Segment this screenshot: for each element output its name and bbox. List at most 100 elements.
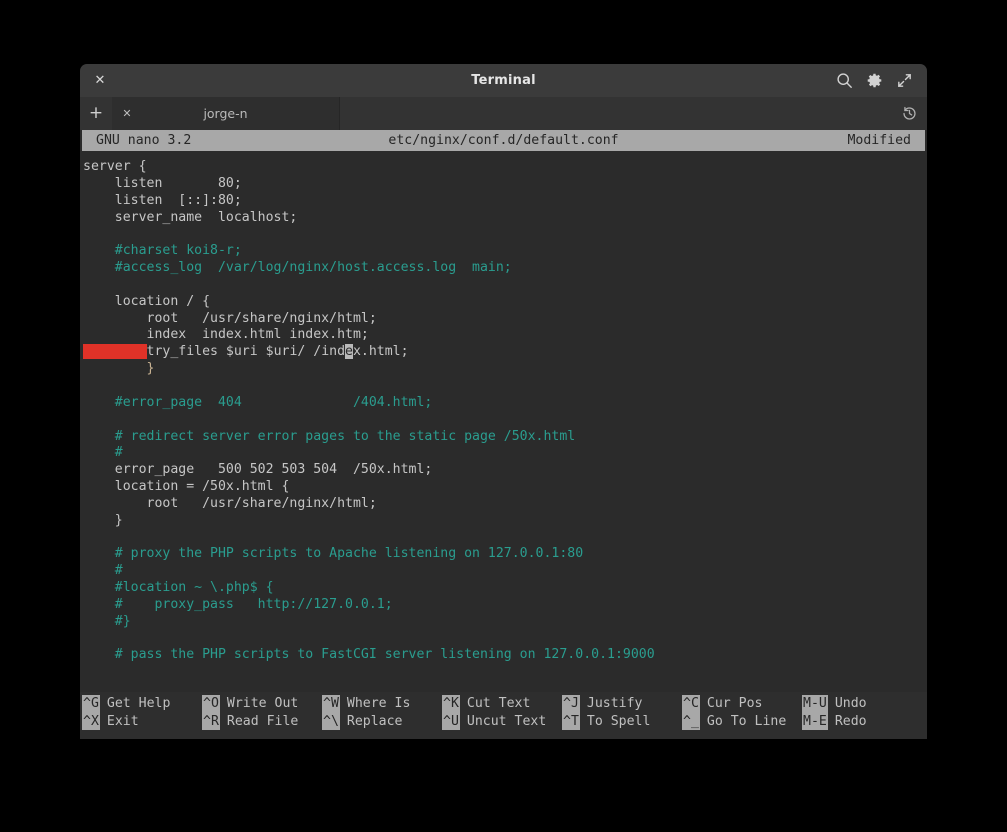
code-text: x.html;	[352, 344, 409, 360]
shortcut-item[interactable]: ^R Read File	[202, 712, 299, 730]
shortcut-key: ^\	[322, 712, 340, 730]
tab-bar-spacer	[340, 97, 891, 130]
code-line: }	[83, 361, 155, 377]
shortcut-key: ^G	[82, 695, 100, 713]
shortcut-item[interactable]: ^_ Go To Line	[682, 712, 787, 730]
code-line: # redirect server error pages to the sta…	[83, 428, 576, 444]
tab-label: jorge-n	[203, 106, 248, 121]
code-line: #}	[83, 613, 131, 629]
shortcut-key: ^X	[82, 712, 100, 730]
shortcut-item[interactable]: ^\ Replace	[322, 712, 410, 730]
tab-bar: + ✕ jorge-n	[80, 97, 927, 130]
code-line: #	[83, 445, 123, 461]
shortcut-label: Justify	[586, 696, 643, 711]
shortcut-key: ^R	[202, 712, 220, 730]
shortcut-column: M-U Undo M-E Redo	[802, 695, 867, 730]
shortcut-label: Where Is	[346, 696, 411, 711]
shortcut-item[interactable]: ^K Cut Text	[442, 695, 546, 713]
shortcut-item[interactable]: ^X Exit	[82, 712, 170, 730]
shortcut-key: ^W	[322, 695, 340, 713]
shortcut-key: ^U	[442, 712, 460, 730]
shortcut-label: Get Help	[106, 696, 171, 711]
nano-modified-status: Modified	[847, 133, 911, 148]
shortcut-column: ^G Get Help ^X Exit	[82, 695, 170, 730]
shortcut-label: To Spell	[586, 713, 651, 729]
code-line: index index.html index.htm;	[83, 327, 369, 343]
code-line: server {	[83, 159, 147, 174]
tab-close-button[interactable]: ✕	[112, 107, 142, 120]
shortcut-item[interactable]: ^O Write Out	[202, 695, 298, 713]
shortcut-column: ^C Cur Pos ^_ Go To Line	[682, 695, 786, 730]
shortcut-label: Redo	[834, 713, 867, 729]
shortcut-column: ^J Justify ^T To Spell	[562, 695, 650, 730]
nano-editor-area[interactable]: server { listen 80; listen [::]:80; serv…	[80, 151, 927, 692]
code-line: #access_log /var/log/nginx/host.access.l…	[83, 260, 512, 276]
code-line: root /usr/share/nginx/html;	[83, 310, 377, 326]
code-line: error_page 500 502 503 504 /50x.html;	[83, 462, 433, 478]
history-icon[interactable]	[891, 97, 927, 130]
window-action-buttons	[831, 68, 927, 94]
terminal-window: ✕ Terminal + ✕ jorge-n GNU nano 3.2 etc/…	[80, 64, 927, 739]
window-close-button[interactable]: ✕	[83, 64, 117, 97]
shortcut-item[interactable]: ^U Uncut Text	[442, 712, 546, 730]
new-tab-button[interactable]: +	[80, 97, 112, 130]
nano-filename-label: etc/nginx/conf.d/default.conf	[388, 133, 619, 148]
shortcut-column: ^W Where Is ^\ Replace	[322, 695, 410, 730]
shortcut-label: Write Out	[226, 696, 299, 711]
code-line: # proxy_pass http://127.0.0.1;	[83, 596, 393, 612]
code-line: server_name localhost;	[83, 209, 298, 225]
shortcut-column: ^K Cut Text ^U Uncut Text	[442, 695, 546, 730]
nano-shortcut-bar: ^G Get Help ^X Exit ^O Write Out ^R Read File ^W…	[80, 692, 927, 739]
shortcut-item[interactable]: ^T To Spell	[562, 712, 651, 730]
shortcut-label: Exit	[106, 713, 139, 729]
shortcut-key: ^_	[682, 712, 700, 730]
shortcut-key: M-U	[802, 695, 828, 713]
shortcut-item[interactable]: ^C Cur Pos	[682, 695, 786, 713]
shortcut-label: Read File	[226, 713, 299, 729]
code-line: listen 80;	[83, 175, 242, 191]
code-line: #charset koi8-r;	[83, 243, 242, 259]
code-line: #error_page 404 /404.html;	[83, 394, 433, 410]
nano-header-bar: GNU nano 3.2 etc/nginx/conf.d/default.co…	[82, 130, 925, 151]
shortcut-item[interactable]: M-E Redo	[802, 712, 867, 730]
shortcut-label: Go To Line	[706, 713, 787, 729]
shortcut-label: Cut Text	[466, 696, 531, 711]
code-line: }	[83, 512, 123, 528]
search-icon[interactable]	[831, 68, 857, 94]
window-title-bar: ✕ Terminal	[80, 64, 927, 97]
shortcut-key: ^K	[442, 695, 460, 713]
shortcut-column: ^O Write Out ^R Read File	[202, 695, 298, 730]
shortcut-key: ^C	[682, 695, 700, 713]
code-line: # pass the PHP scripts to FastCGI server…	[83, 647, 655, 663]
code-line: #location ~ \.php$ {	[83, 580, 274, 596]
shortcut-label: Cur Pos	[706, 696, 763, 711]
shortcut-key: ^T	[562, 712, 580, 730]
shortcut-item[interactable]: ^G Get Help	[82, 695, 170, 713]
selection-highlight	[83, 344, 147, 360]
shortcut-label: Undo	[834, 696, 867, 711]
shortcut-label: Replace	[346, 713, 403, 729]
shortcut-item[interactable]: ^W Where Is	[322, 695, 410, 713]
fullscreen-icon[interactable]	[891, 68, 917, 94]
code-line: try_files $uri $uri/ /index.html;	[82, 344, 927, 361]
shortcut-key: ^O	[202, 695, 220, 713]
shortcut-key: ^J	[562, 695, 580, 713]
gear-icon[interactable]	[861, 68, 887, 94]
terminal-tab[interactable]: ✕ jorge-n	[112, 97, 340, 130]
code-line: location / {	[83, 293, 211, 309]
code-line: # proxy the PHP scripts to Apache listen…	[83, 546, 584, 562]
nano-version-label: GNU nano 3.2	[96, 133, 192, 148]
code-line: listen [::]:80;	[83, 192, 242, 208]
code-line: root /usr/share/nginx/html;	[83, 495, 377, 511]
window-title: Terminal	[471, 73, 536, 88]
shortcut-item[interactable]: ^J Justify	[562, 695, 650, 713]
text-cursor: e	[345, 344, 353, 360]
shortcut-key: M-E	[802, 712, 828, 730]
shortcut-item[interactable]: M-U Undo	[802, 695, 867, 713]
